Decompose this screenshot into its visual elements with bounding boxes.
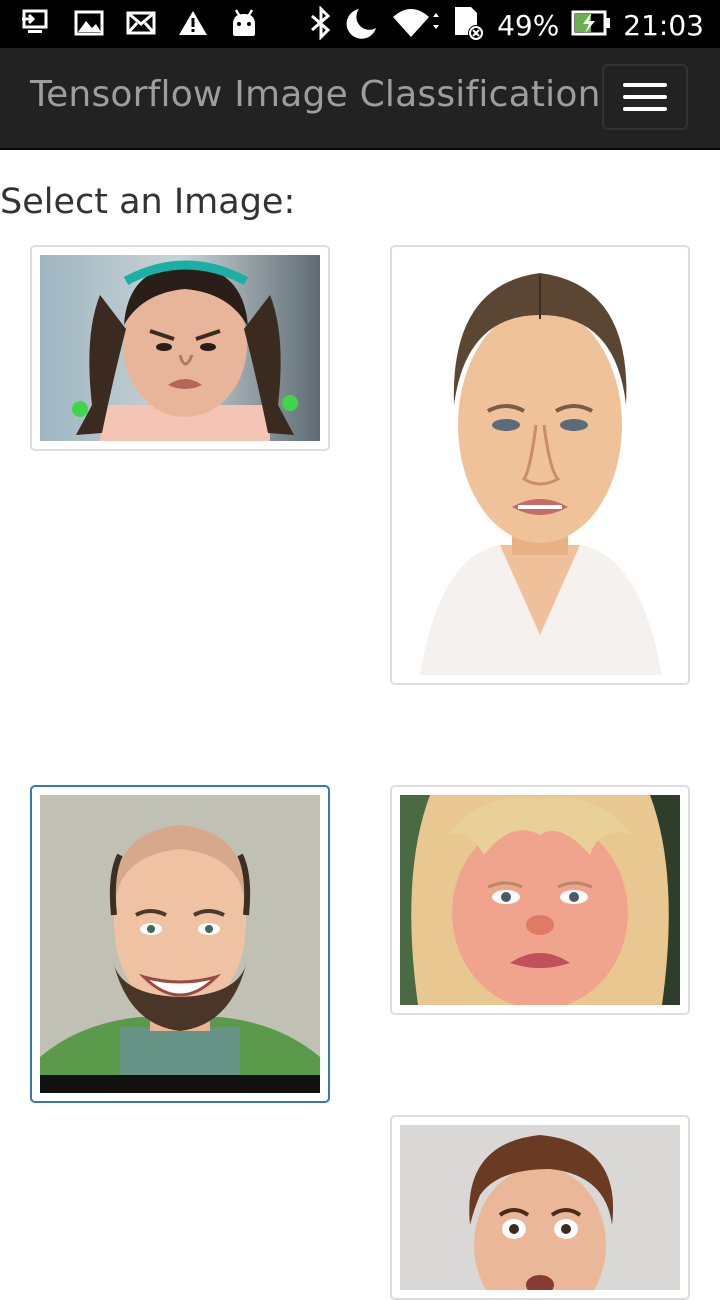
thumb-woman-disgust[interactable] [390, 245, 690, 685]
hamburger-bar [623, 107, 667, 111]
man-smiling-image [40, 795, 320, 1093]
hamburger-menu-button[interactable] [602, 64, 688, 130]
navbar: Tensorflow Image Classification [0, 48, 720, 150]
status-bar: 49% 21:03 [0, 0, 720, 48]
girl-sad-image [400, 795, 680, 1005]
woman-disgust-image [400, 255, 680, 675]
battery-charging-icon [571, 10, 611, 41]
thumb-boy-surprised[interactable] [390, 1115, 690, 1300]
bluetooth-icon [309, 4, 333, 45]
do-not-disturb-moon-icon [345, 6, 379, 45]
thumb-girl-angry[interactable] [30, 245, 330, 451]
sd-card-error-icon [451, 5, 485, 46]
mail-icon [126, 11, 156, 40]
hamburger-menu-icon [623, 83, 667, 87]
page-heading: Select an Image: [0, 182, 296, 222]
navbar-brand[interactable]: Tensorflow Image Classification [30, 74, 601, 115]
boy-surprised-image [400, 1125, 680, 1290]
wifi-icon [391, 7, 440, 44]
hamburger-bar [623, 95, 667, 99]
clock: 21:03 [623, 8, 704, 42]
warning-icon [178, 9, 208, 42]
image-icon [74, 10, 104, 41]
android-icon [230, 8, 258, 43]
battery-percent: 49% [497, 8, 560, 42]
usb-debug-icon [20, 8, 52, 43]
thumb-man-smiling[interactable] [30, 785, 330, 1103]
girl-angry-image [40, 255, 320, 441]
thumb-girl-sad[interactable] [390, 785, 690, 1015]
